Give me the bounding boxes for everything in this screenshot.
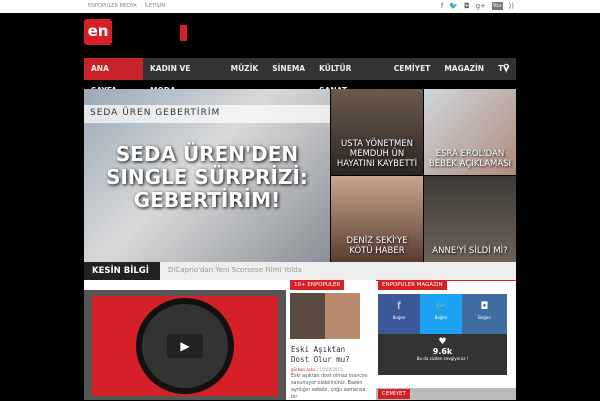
top-bar: ENPOPULER MEDYA İLETİŞİM f 🐦 ◘ g+ You)) [0,0,600,13]
hero-title[interactable]: SEDA ÜREN'DEN SINGLE SÜRPRİZİ: GEBERTİRİ… [84,143,330,212]
nav-cemiyet[interactable]: CEMİYET [387,58,438,80]
hero-feature[interactable]: SEDA ÜREN GEBERTİRİM SEDA ÜREN'DEN SINGL… [84,89,330,262]
popular-author[interactable]: gürkan acka [291,367,316,372]
twitter-icon[interactable]: 🐦 [449,2,458,10]
ticker-text[interactable]: DiCaprio'dan Yeni Scorsese Filmi Yolda [168,266,302,274]
youtube-icon[interactable]: You [491,2,503,10]
site-logo[interactable]: en [84,19,112,45]
tile[interactable]: ESRA EROL'DAN BEBEK AÇIKLAMASI [424,89,516,175]
nav-magazin[interactable]: MAGAZİN [437,58,491,80]
popular-date: 10/08/2015 [319,367,343,372]
nav-kultur-sanat[interactable]: KÜLTÜR SANAT [312,58,387,95]
nav-sinema[interactable]: SİNEMA [265,58,312,80]
logo-mark [180,25,187,41]
link-iletisim[interactable]: İLETİŞİM [145,3,166,9]
tile-title: USTA YÖNETMEN MEMDUH ÜN HAYATINI KAYBETT… [336,139,418,169]
popular-excerpt: Eski aşıktan dost olmaz inancını savunuy… [291,374,368,400]
tile-title: ANNE'Yİ SİLDİ Mİ? [432,246,508,256]
main-nav: ANA SAYFA KADIN VE MODA MÜZİK SİNEMA KÜL… [84,58,516,95]
facebook-like-button[interactable]: f Beğen [378,294,420,334]
tile[interactable]: USTA YÖNETMEN MEMDUH ÜN HAYATINI KAYBETT… [331,89,423,175]
cemiyet-header: CEMİYET [378,389,410,399]
nav-kadin-moda[interactable]: KADIN VE MODA [143,58,224,95]
link-medya[interactable]: ENPOPULER MEDYA [88,3,137,9]
tile-title: ESRA EROL'DAN BEBEK AÇIKLAMASI [428,149,512,169]
tile-title: DENİZ SEKİ'YE KÖTÜ HABER [346,236,408,256]
hero-image-text: SEDA ÜREN GEBERTİRİM [84,105,330,123]
magazin-header: ENPOPULER MAGAZIN [378,280,447,290]
video-player[interactable]: ▶ [84,290,286,400]
love-counter[interactable]: ♥ 9.6k Bu da sizden sevgiyoruz ! [378,334,507,375]
instagram-icon[interactable]: ◘ [464,2,470,10]
instagram-like-button[interactable]: ◘ Beğen [462,294,507,334]
googleplus-icon[interactable]: g+ [476,2,486,10]
search-icon[interactable]: ⚲ [503,63,510,74]
heart-icon: ♥ [438,337,447,347]
ticker-label: KESİN BİLGİ [84,262,160,280]
rss-icon[interactable]: )) [509,2,514,10]
love-count: 9.6k [432,347,453,356]
nav-muzik[interactable]: MÜZİK [224,58,266,80]
tile[interactable]: ANNE'Yİ SİLDİ Mİ? [424,176,516,262]
twitter-like-button[interactable]: 🐦 Beğen [420,294,462,334]
popular-title[interactable]: Eski Aşıktan Dost Olur mu? [291,345,367,365]
popular-image[interactable] [290,293,360,339]
play-button[interactable]: ▶ [167,334,203,358]
facebook-icon[interactable]: f [441,2,443,10]
news-ticker: KESİN BİLGİ DiCaprio'dan Yeni Scorsese F… [84,262,516,280]
love-caption: Bu da sizden sevgiyoruz ! [416,356,469,361]
popular-header: 10+ ENPOPULER [290,280,345,290]
nav-ana-sayfa[interactable]: ANA SAYFA [84,58,143,95]
tile[interactable]: DENİZ SEKİ'YE KÖTÜ HABER [331,176,423,262]
